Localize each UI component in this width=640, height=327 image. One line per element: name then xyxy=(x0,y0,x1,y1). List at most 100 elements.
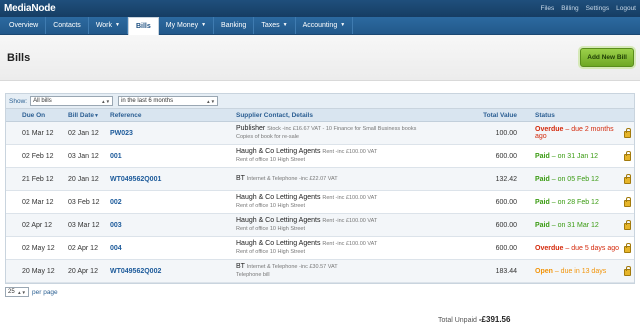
col-bill-date[interactable]: Bill Date▼ xyxy=(66,112,108,119)
period-select[interactable]: in the last 6 months ▲▼ xyxy=(118,96,219,106)
bill-date-cell: 20 Jan 12 xyxy=(68,175,99,183)
bill-date-cell: 02 Jan 12 xyxy=(68,129,99,137)
status-cell: Paid – on 05 Feb 12 xyxy=(517,176,620,183)
sort-desc-icon: ▼ xyxy=(94,112,99,119)
supplier-name[interactable]: BT xyxy=(236,175,245,182)
supplier-detail: Internet & Telephone -inc £22.07 VAT xyxy=(246,176,338,182)
status-label: Open xyxy=(535,267,553,275)
tab-overview[interactable]: Overview xyxy=(2,17,47,34)
page-header: Bills Add New Bill xyxy=(0,35,640,81)
bill-date-cell: 03 Mar 12 xyxy=(68,221,100,229)
tab-bills[interactable]: Bills xyxy=(127,17,159,35)
reference-cell: 001 xyxy=(108,153,234,160)
lock-icon[interactable] xyxy=(623,174,631,184)
supplier-cell: Haugh & Co Letting Agents Rent -inc £100… xyxy=(234,148,454,164)
total-unpaid: Total Unpaid -£391.56 xyxy=(438,315,510,324)
tab-contacts[interactable]: Contacts xyxy=(46,17,89,34)
reference-link[interactable]: PW023 xyxy=(110,130,133,137)
lock-icon[interactable] xyxy=(623,197,631,207)
lock-icon[interactable] xyxy=(623,243,631,253)
per-page-select[interactable]: 25 ▲▼ xyxy=(5,287,29,297)
due-on-cell: 02 May 12 xyxy=(22,244,55,252)
top-link-files[interactable]: Files xyxy=(541,5,555,12)
top-link-logout[interactable]: Logout xyxy=(616,5,636,12)
status-detail: – on 31 Mar 12 xyxy=(549,221,599,229)
total-cell: 100.00 xyxy=(495,129,517,137)
col-status[interactable]: Status xyxy=(517,112,620,119)
per-page-label: per page xyxy=(32,288,58,296)
supplier-name[interactable]: Haugh & Co Letting Agents xyxy=(236,194,320,201)
bill-type-select[interactable]: All bills ▲▼ xyxy=(30,96,114,106)
due-on-cell: 21 Feb 12 xyxy=(22,175,54,183)
col-total[interactable]: Total Value xyxy=(454,112,517,119)
tab-taxes[interactable]: Taxes ▼ xyxy=(254,17,296,34)
lock-icon[interactable] xyxy=(623,266,631,276)
lock-icon[interactable] xyxy=(623,220,631,230)
reference-cell: WT049562Q001 xyxy=(108,176,234,183)
tab-label: Taxes xyxy=(261,22,280,29)
tab-work[interactable]: Work ▼ xyxy=(89,17,128,34)
col-reference[interactable]: Reference xyxy=(108,112,234,119)
col-due-on[interactable]: Due On xyxy=(6,112,66,119)
supplier-detail: Rent -inc £100.00 VAT xyxy=(322,241,378,247)
table-row[interactable]: 01 Mar 12 02 Jan 12 PW023 Publisher Stock -… xyxy=(6,122,634,145)
supplier-name[interactable]: Haugh & Co Letting Agents xyxy=(236,217,320,224)
supplier-name[interactable]: Haugh & Co Letting Agents xyxy=(236,240,320,247)
tab-banking[interactable]: Banking xyxy=(214,17,255,34)
status-detail: – on 31 Jan 12 xyxy=(549,152,599,160)
bill-date-cell: 03 Jan 12 xyxy=(68,152,99,160)
tab-accounting[interactable]: Accounting ▼ xyxy=(296,17,354,34)
table-header: Due On Bill Date▼ Reference Supplier Con… xyxy=(6,108,634,122)
lock-icon[interactable] xyxy=(623,128,631,138)
reference-link[interactable]: 003 xyxy=(110,222,122,229)
supplier-note: Rent of office 10 High Street xyxy=(236,157,305,163)
lock-cell xyxy=(620,197,634,207)
table-row[interactable]: 20 May 12 20 Apr 12 WT049562Q002 BT Interne… xyxy=(6,260,634,283)
table-row[interactable]: 02 Apr 12 03 Mar 12 003 Haugh & Co Letting … xyxy=(6,214,634,237)
tab-label: Work xyxy=(95,22,113,29)
lock-icon[interactable] xyxy=(623,151,631,161)
supplier-cell: BT Internet & Telephone -inc £30.57 VAT T… xyxy=(234,263,454,279)
status-cell: Paid – on 28 Feb 12 xyxy=(517,199,620,206)
status-detail: – due in 13 days xyxy=(552,267,607,275)
supplier-cell: Publisher Stock -inc £16.67 VAT - 10 Fin… xyxy=(234,125,454,141)
per-page-value: 25 xyxy=(8,289,15,295)
supplier-line: BT Internet & Telephone -inc £22.07 VAT xyxy=(236,175,454,183)
select-arrows-icon: ▲▼ xyxy=(101,98,111,104)
supplier-detail: Rent -inc £100.00 VAT xyxy=(322,149,378,155)
add-new-bill-button[interactable]: Add New Bill xyxy=(580,48,634,67)
reference-link[interactable]: 002 xyxy=(110,199,122,206)
table-row[interactable]: 21 Feb 12 20 Jan 12 WT049562Q001 BT Interne… xyxy=(6,168,634,191)
supplier-line: Haugh & Co Letting Agents Rent -inc £100… xyxy=(236,148,454,156)
supplier-note: Telephone bill xyxy=(236,272,270,278)
supplier-name[interactable]: BT xyxy=(236,263,245,270)
table-row[interactable]: 02 May 12 02 Apr 12 004 Haugh & Co Letting … xyxy=(6,237,634,260)
pager-bar: 25 ▲▼ per page xyxy=(5,283,635,300)
app-logo[interactable]: MediaNode xyxy=(4,3,56,14)
top-link-billing[interactable]: Billing xyxy=(561,5,578,12)
supplier-note: Rent of office 10 High Street xyxy=(236,249,305,255)
period-value: in the last 6 months xyxy=(121,98,174,104)
supplier-line: Publisher Stock -inc £16.67 VAT - 10 Fin… xyxy=(236,125,454,133)
table-row[interactable]: 02 Mar 12 03 Feb 12 002 Haugh & Co Letting … xyxy=(6,191,634,214)
caret-down-icon: ▼ xyxy=(201,22,207,28)
reference-link[interactable]: 004 xyxy=(110,245,122,252)
supplier-name[interactable]: Publisher xyxy=(236,125,265,132)
due-on-cell: 01 Mar 12 xyxy=(22,129,54,137)
col-supplier[interactable]: Supplier Contact, Details xyxy=(234,112,454,119)
tab-label: My Money xyxy=(165,22,199,29)
lock-cell xyxy=(620,243,634,253)
reference-link[interactable]: WT049562Q001 xyxy=(110,176,161,183)
table-row[interactable]: 02 Feb 12 03 Jan 12 001 Haugh & Co Letting … xyxy=(6,145,634,168)
reference-link[interactable]: WT049562Q002 xyxy=(110,268,161,275)
tab-my-money[interactable]: My Money ▼ xyxy=(159,17,215,34)
supplier-name[interactable]: Haugh & Co Letting Agents xyxy=(236,148,320,155)
reference-link[interactable]: 001 xyxy=(110,153,122,160)
bill-date-cell: 03 Feb 12 xyxy=(68,198,100,206)
top-link-settings[interactable]: Settings xyxy=(586,5,610,12)
reference-cell: PW023 xyxy=(108,130,234,137)
tab-label: Accounting xyxy=(302,22,338,29)
supplier-line: Haugh & Co Letting Agents Rent -inc £100… xyxy=(236,194,454,202)
caret-down-icon: ▼ xyxy=(340,22,346,28)
lock-cell xyxy=(620,174,634,184)
